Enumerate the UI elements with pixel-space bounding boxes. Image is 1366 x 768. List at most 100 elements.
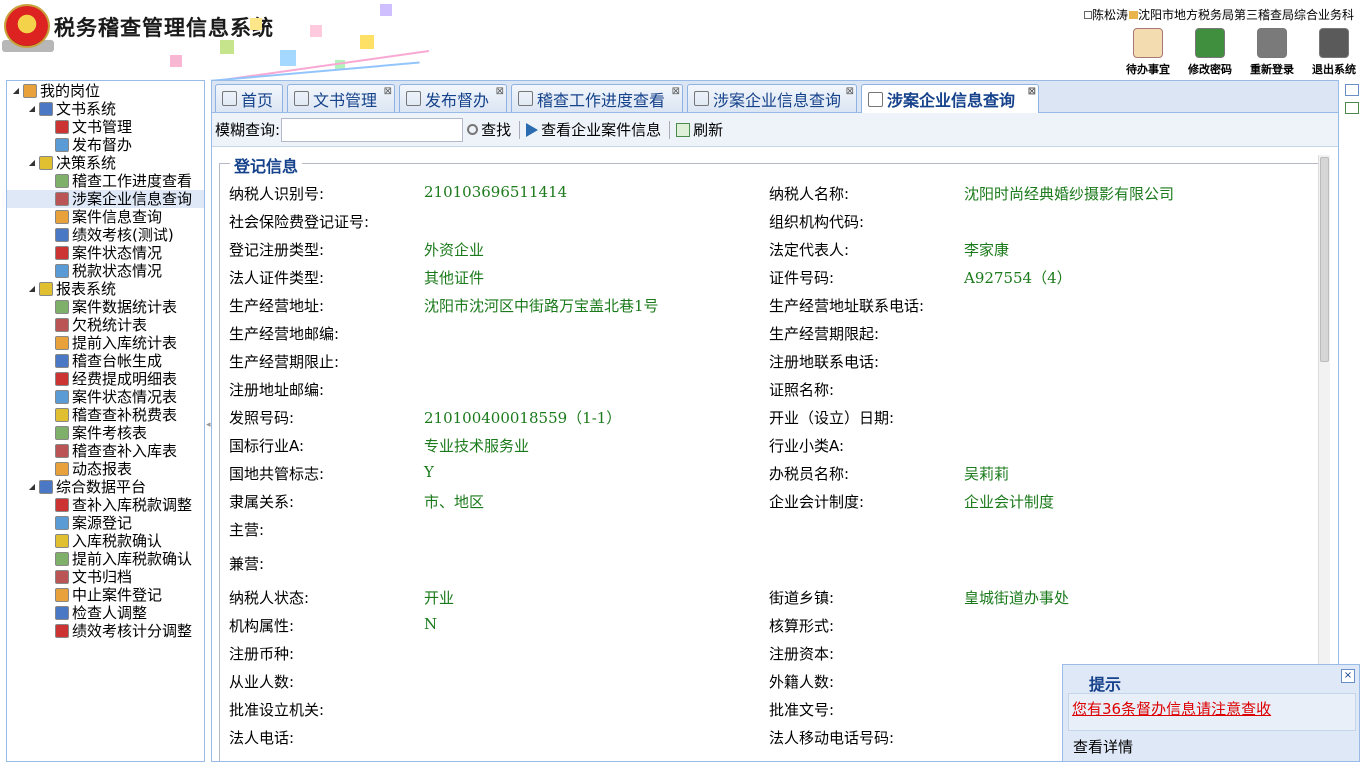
tree-item[interactable]: 案件数据统计表: [7, 298, 204, 316]
expand-arrow-icon[interactable]: ◢: [27, 478, 37, 496]
tree-item[interactable]: ◢ 决策系统: [7, 154, 204, 172]
notification-title: 提示: [1089, 675, 1122, 694]
tree-item-label: 绩效考核计分调整: [72, 622, 193, 640]
form-row: 机构属性: N 核算形式:: [220, 615, 1320, 639]
tab[interactable]: 涉案企业信息查询 ⊠: [687, 84, 857, 112]
tree-item[interactable]: 稽查工作进度查看: [7, 172, 204, 190]
expand-arrow-icon[interactable]: ◢: [27, 280, 37, 298]
tree-node-icon: [39, 156, 53, 170]
tree-item-label: 提前入库统计表: [72, 334, 178, 352]
tree-item[interactable]: 动态报表: [7, 460, 204, 478]
form-row: 国地共管标志: Y 办税员名称: 吴莉莉: [220, 463, 1320, 487]
tab-close-icon[interactable]: ⊠: [672, 86, 680, 97]
form-row: 注册地址邮编: 证照名称:: [220, 379, 1320, 403]
tree-item[interactable]: ◢ 文书系统: [7, 100, 204, 118]
tab[interactable]: 首页: [215, 84, 283, 112]
layout-icon[interactable]: [1345, 84, 1359, 96]
tab-close-icon[interactable]: ⊠: [846, 86, 854, 97]
view-case-button[interactable]: 查看企业案件信息: [526, 119, 661, 140]
tree-node-icon: [55, 318, 69, 332]
tree-item[interactable]: 税款状态情况: [7, 262, 204, 280]
notification-message-link[interactable]: 您有36条督办信息请注意查收: [1072, 698, 1271, 719]
tree-item[interactable]: 稽查查补入库表: [7, 442, 204, 460]
tree-node-icon: [55, 588, 69, 602]
tab-close-icon[interactable]: ⊠: [1028, 86, 1036, 97]
tree-item[interactable]: 中止案件登记: [7, 586, 204, 604]
header-decoration: [160, 0, 430, 80]
view-case-label: 查看企业案件信息: [541, 121, 662, 139]
tree-item[interactable]: 案源登记: [7, 514, 204, 532]
change-password-button[interactable]: 修改密码: [1186, 28, 1234, 77]
tab-icon: [868, 91, 883, 107]
tree-item[interactable]: ◢ 报表系统: [7, 280, 204, 298]
tree-node-icon: [55, 516, 69, 530]
todo-button[interactable]: 待办事宜: [1124, 28, 1172, 77]
tree-item[interactable]: 提前入库统计表: [7, 334, 204, 352]
tree-node-icon: [39, 102, 53, 116]
tree-item[interactable]: 欠税统计表: [7, 316, 204, 334]
tab[interactable]: 文书管理 ⊠: [287, 84, 395, 112]
expand-arrow-icon[interactable]: ◢: [11, 82, 21, 100]
tree-node-icon: [55, 606, 69, 620]
tree-item[interactable]: 文书管理: [7, 118, 204, 136]
scrollbar-thumb[interactable]: [1320, 157, 1329, 362]
tree-item[interactable]: 涉案企业信息查询: [7, 190, 204, 208]
tree-item[interactable]: 案件状态情况: [7, 244, 204, 262]
tree-item[interactable]: 检查人调整: [7, 604, 204, 622]
search-input[interactable]: [281, 117, 464, 142]
tree-item[interactable]: 稽查台帐生成: [7, 352, 204, 370]
field-label: 批准文号:: [769, 701, 835, 719]
expand-arrow-icon[interactable]: ◢: [27, 100, 37, 118]
tree-item[interactable]: ◢ 综合数据平台: [7, 478, 204, 496]
add-window-icon[interactable]: [1345, 102, 1359, 114]
relogin-button[interactable]: 重新登录: [1248, 28, 1296, 77]
tree-node-icon: [55, 534, 69, 548]
dept-name: 沈阳市地方税务局第三稽查局综合业务科: [1137, 8, 1354, 22]
tab[interactable]: 发布督办 ⊠: [399, 84, 507, 112]
logout-button[interactable]: 退出系统: [1310, 28, 1358, 77]
field-value: 企业会计制度: [964, 493, 1055, 511]
tree-item-label: 综合数据平台: [56, 478, 147, 496]
tree-node-icon: [55, 138, 69, 152]
tab-label: 涉案企业信息查询: [887, 91, 1016, 110]
refresh-button[interactable]: 刷新: [676, 119, 723, 140]
tree-item[interactable]: 案件考核表: [7, 424, 204, 442]
field-value: A927554（4）: [964, 269, 1072, 287]
field-label: 开业（设立）日期:: [769, 409, 895, 427]
form-row: 生产经营地邮编: 生产经营期限起:: [220, 323, 1320, 347]
tree-item[interactable]: ◢ 我的岗位: [7, 82, 204, 100]
expand-arrow-icon[interactable]: ◢: [27, 154, 37, 172]
tab-close-icon[interactable]: ⊠: [496, 86, 504, 97]
tree-item[interactable]: 绩效考核计分调整: [7, 622, 204, 640]
tree-item[interactable]: 提前入库税款确认: [7, 550, 204, 568]
tab-label: 发布督办: [425, 90, 490, 110]
field-label: 从业人数:: [229, 673, 295, 691]
tree-item[interactable]: 查补入库税款调整: [7, 496, 204, 514]
user-name: 陈松涛: [1091, 8, 1128, 22]
tree-item[interactable]: 入库税款确认: [7, 532, 204, 550]
tree-item[interactable]: 稽查查补税费表: [7, 406, 204, 424]
tab[interactable]: 稽查工作进度查看 ⊠: [511, 84, 683, 112]
toolbar-separator: [669, 120, 671, 139]
tree-item[interactable]: 文书归档: [7, 568, 204, 586]
tree-item-label: 经费提成明细表: [72, 370, 178, 388]
search-button[interactable]: 查找: [467, 119, 511, 140]
tree-item[interactable]: 经费提成明细表: [7, 370, 204, 388]
close-icon[interactable]: ×: [1341, 669, 1355, 683]
tab-close-icon[interactable]: ⊠: [384, 86, 392, 97]
tree-item[interactable]: 案件信息查询: [7, 208, 204, 226]
tree-item[interactable]: 发布督办: [7, 136, 204, 154]
tree-item[interactable]: 案件状态情况表: [7, 388, 204, 406]
nav-tree: ◢ 我的岗位 ◢ 文书系统 文书管理 发布督办 ◢ 决策系统 稽查工作进度查看 涉案企业信息查询案…: [6, 80, 205, 762]
tree-item-label: 文书归档: [72, 568, 133, 586]
field-value: 210100400018559（1-1）: [424, 409, 622, 427]
tree-node-icon: [55, 174, 69, 188]
tree-node-icon: [39, 282, 53, 296]
tree-item-label: 案件数据统计表: [72, 298, 178, 316]
tab[interactable]: 涉案企业信息查询 ⊠: [861, 84, 1039, 113]
tree-item-label: 查补入库税款调整: [72, 496, 193, 514]
view-details-button[interactable]: 查看详情: [1073, 736, 1133, 757]
tree-item[interactable]: 绩效考核(测试): [7, 226, 204, 244]
field-label: 法人证件类型:: [229, 269, 325, 287]
collapse-arrow-icon[interactable]: ◂: [206, 420, 211, 430]
